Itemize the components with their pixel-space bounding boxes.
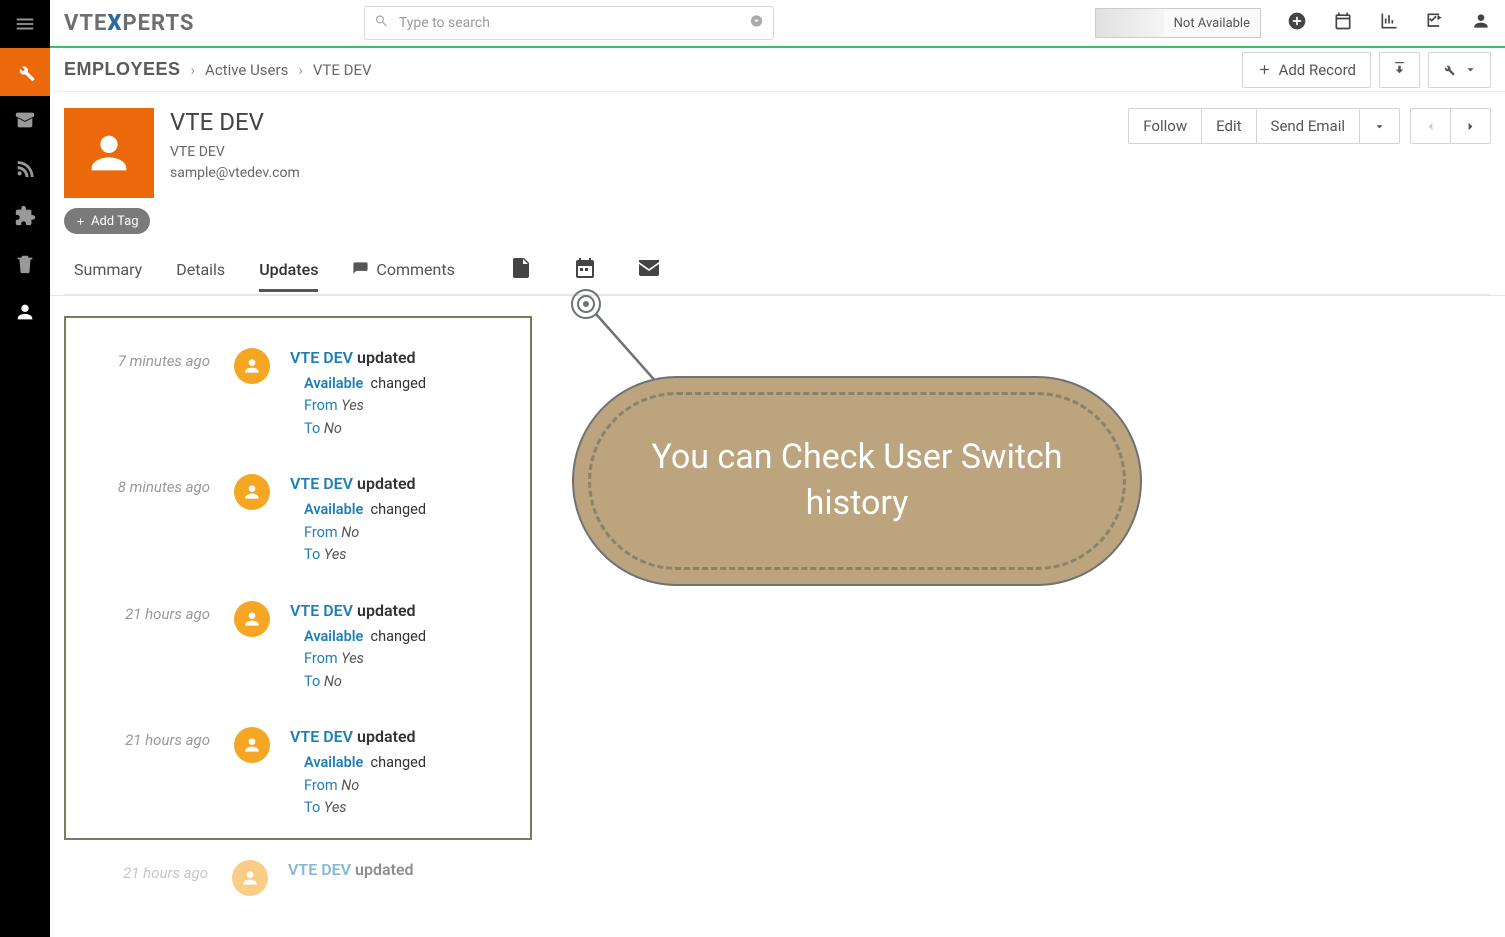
- update-time: 21 hours ago: [84, 727, 214, 819]
- callout-text: You can Check User Switch history: [574, 435, 1140, 527]
- update-user-link[interactable]: VTE DEV: [290, 601, 353, 620]
- calendar-tab-icon[interactable]: [573, 256, 597, 284]
- tab-summary[interactable]: Summary: [74, 260, 142, 291]
- task-icon[interactable]: [1425, 11, 1445, 35]
- update-item: 21 hours agoVTE DEV updatedAvailable cha…: [84, 727, 512, 819]
- breadcrumb-root[interactable]: EMPLOYEES: [64, 59, 181, 80]
- search-wrap: [364, 6, 774, 40]
- update-avatar-icon: [232, 860, 268, 896]
- add-record-button[interactable]: Add Record: [1242, 52, 1371, 88]
- calendar-icon[interactable]: [1333, 11, 1353, 35]
- update-user-link[interactable]: VTE DEV: [288, 860, 351, 879]
- update-user-link[interactable]: VTE DEV: [290, 727, 353, 746]
- follow-button[interactable]: Follow: [1128, 108, 1202, 144]
- update-item: 8 minutes agoVTE DEV updatedAvailable ch…: [84, 474, 512, 566]
- update-user-link[interactable]: VTE DEV: [290, 348, 353, 367]
- email-tab-icon[interactable]: [637, 256, 661, 284]
- record-title: VTE DEV: [170, 108, 300, 136]
- record-header: VTE DEV VTE DEV sample@vtedev.com Follow…: [50, 92, 1505, 296]
- import-button[interactable]: [1379, 52, 1420, 88]
- left-sidebar: [0, 0, 50, 937]
- send-email-button[interactable]: Send Email: [1257, 108, 1360, 144]
- chevron-down-icon[interactable]: [749, 14, 764, 33]
- availability-toggle[interactable]: Not Available: [1095, 8, 1261, 38]
- update-time: 21 hours ago: [84, 601, 214, 693]
- tab-details[interactable]: Details: [176, 260, 225, 291]
- edit-button[interactable]: Edit: [1202, 108, 1256, 144]
- sidebar-extensions[interactable]: [0, 192, 50, 240]
- topbar: VTEXPERTS Not Available: [50, 0, 1505, 48]
- add-icon[interactable]: [1287, 11, 1307, 35]
- settings-button[interactable]: [1428, 52, 1491, 88]
- subbar: EMPLOYEES › Active Users › VTE DEV Add R…: [50, 48, 1505, 92]
- callout: You can Check User Switch history: [572, 376, 1142, 586]
- record-email: sample@vtedev.com: [170, 163, 300, 184]
- add-tag-button[interactable]: Add Tag: [64, 208, 150, 234]
- sidebar-tools[interactable]: [0, 48, 50, 96]
- breadcrumb-leaf: VTE DEV: [313, 61, 372, 79]
- update-item-pending: 21 hours ago VTE DEV updated: [64, 860, 532, 896]
- search-input[interactable]: [364, 6, 774, 40]
- update-avatar-icon: [234, 601, 270, 637]
- update-avatar-icon: [234, 474, 270, 510]
- update-time: 21 hours ago: [82, 860, 212, 896]
- more-actions-button[interactable]: [1360, 108, 1400, 144]
- sidebar-mail[interactable]: [0, 96, 50, 144]
- prev-record-button[interactable]: [1410, 108, 1451, 144]
- sidebar-trash[interactable]: [0, 240, 50, 288]
- documents-icon[interactable]: [509, 256, 533, 284]
- sidebar-feed[interactable]: [0, 144, 50, 192]
- update-item: 21 hours agoVTE DEV updatedAvailable cha…: [84, 601, 512, 693]
- tabs: Summary Details Updates Comments: [64, 256, 1491, 295]
- sidebar-user[interactable]: [0, 288, 50, 336]
- update-avatar-icon: [234, 348, 270, 384]
- user-icon[interactable]: [1471, 11, 1491, 35]
- search-icon: [374, 14, 389, 33]
- tab-updates[interactable]: Updates: [259, 260, 318, 291]
- chart-icon[interactable]: [1379, 11, 1399, 35]
- tab-comments[interactable]: Comments: [352, 260, 454, 291]
- breadcrumb: EMPLOYEES › Active Users › VTE DEV: [64, 59, 372, 80]
- update-time: 8 minutes ago: [84, 474, 214, 566]
- update-user-link[interactable]: VTE DEV: [290, 474, 353, 493]
- update-time: 7 minutes ago: [84, 348, 214, 440]
- update-item: 7 minutes agoVTE DEV updatedAvailable ch…: [84, 348, 512, 440]
- avatar: [64, 108, 154, 198]
- next-record-button[interactable]: [1451, 108, 1491, 144]
- updates-timeline: 7 minutes agoVTE DEV updatedAvailable ch…: [64, 316, 532, 840]
- record-subtitle: VTE DEV: [170, 142, 300, 163]
- logo: VTEXPERTS: [64, 11, 194, 36]
- breadcrumb-mid[interactable]: Active Users: [205, 61, 288, 79]
- sidebar-menu-toggle[interactable]: [0, 0, 50, 48]
- update-avatar-icon: [234, 727, 270, 763]
